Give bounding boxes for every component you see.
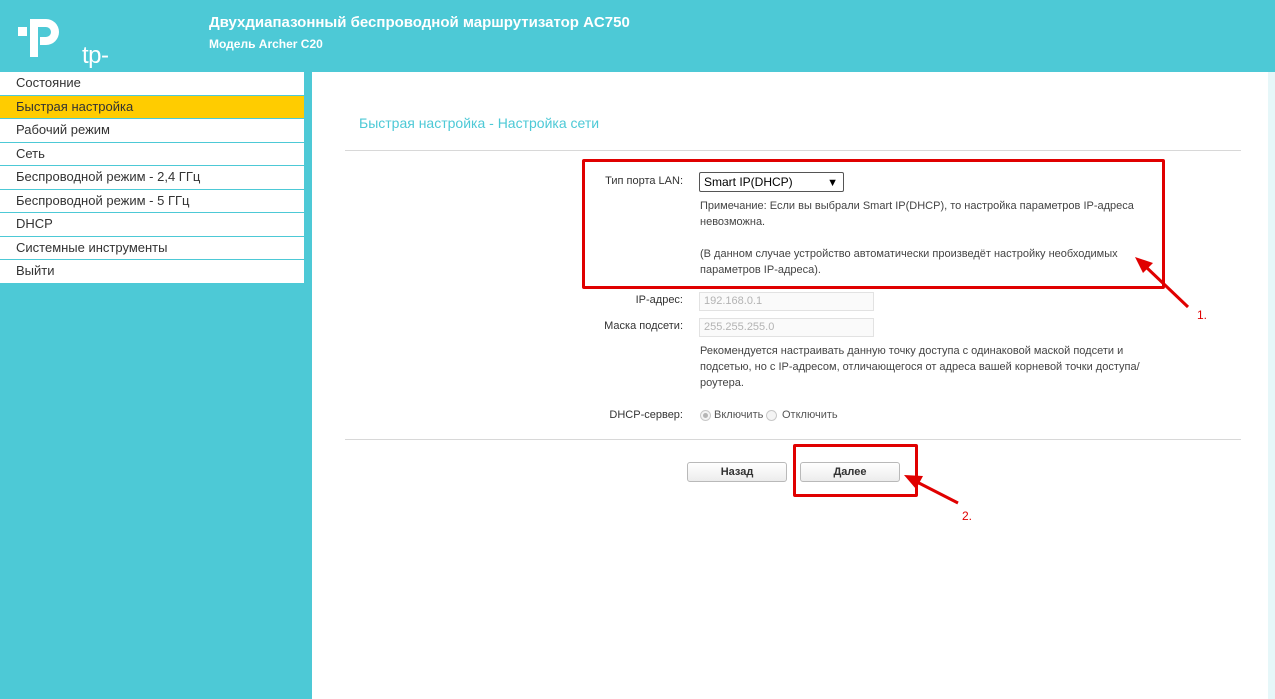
annotation-arrows (904, 257, 1190, 505)
arrow-2-line (914, 479, 959, 505)
annotation-label-2: 2. (962, 509, 973, 523)
arrow-1-line (1143, 264, 1190, 309)
annotation-label-1: 1. (1197, 308, 1208, 322)
